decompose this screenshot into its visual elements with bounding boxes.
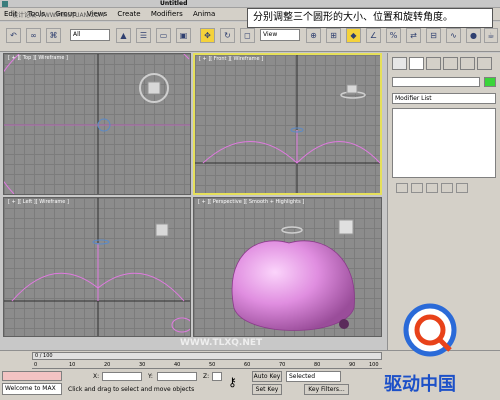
viewport-label[interactable]: [ + ][ Front ][ Wireframe ]: [199, 56, 263, 62]
maxscript-listener[interactable]: [2, 371, 62, 381]
key-filters-button[interactable]: Key Filters...: [304, 384, 349, 395]
track-bar[interactable]: 0 10 20 30 40 50 60 70 80 90 100: [32, 361, 382, 369]
select-by-name-icon[interactable]: ☰: [136, 28, 151, 43]
x-coord-field[interactable]: [102, 372, 142, 381]
tick-label: 90: [349, 362, 356, 368]
window-title: Untitled: [160, 0, 188, 7]
site-logo: [403, 303, 457, 357]
create-tab-icon[interactable]: [392, 57, 407, 70]
select-move-icon[interactable]: ✥: [200, 28, 215, 43]
front-viewport-scene: [195, 55, 380, 193]
reference-coord-dropdown[interactable]: View: [260, 29, 300, 41]
modify-tab-icon[interactable]: [409, 57, 424, 70]
max-app: Untitled Edit Tools Group Views Create M…: [0, 0, 500, 400]
frame-display: 0 / 100: [35, 353, 53, 359]
set-key-button[interactable]: Set Key: [252, 384, 282, 395]
apple-profile: [202, 141, 380, 164]
unlink-icon[interactable]: ⌘: [46, 28, 61, 43]
show-end-result-icon[interactable]: [411, 183, 423, 193]
align-icon[interactable]: ⊟: [426, 28, 441, 43]
status-prompt: Click and drag to select and move object…: [68, 386, 195, 393]
menu-modifiers[interactable]: Modifiers: [147, 8, 187, 21]
stack-controls: [396, 183, 468, 193]
auto-key-button[interactable]: Auto Key: [252, 371, 282, 382]
configure-sets-icon[interactable]: [456, 183, 468, 193]
viewport-label[interactable]: [ + ][ Top ][ Wireframe ]: [8, 55, 68, 61]
tick-label: 40: [174, 362, 181, 368]
select-manipulate-icon[interactable]: ⊞: [326, 28, 341, 43]
key-icon[interactable]: ⚷: [228, 375, 248, 389]
z-coord-field[interactable]: [212, 372, 222, 381]
motion-tab-icon[interactable]: [443, 57, 458, 70]
tick-label: 20: [104, 362, 111, 368]
curve-editor-icon[interactable]: ∿: [446, 28, 461, 43]
watermark-bottom: WWW.TLXQ.NET: [180, 338, 263, 348]
display-tab-icon[interactable]: [460, 57, 475, 70]
pivot-center-icon[interactable]: ⊕: [306, 28, 321, 43]
rect-selection-icon[interactable]: ▭: [156, 28, 171, 43]
tick-label: 50: [209, 362, 216, 368]
select-object-icon[interactable]: ▲: [116, 28, 131, 43]
hierarchy-tab-icon[interactable]: [426, 57, 441, 70]
viewport-top[interactable]: [ + ][ Top ][ Wireframe ]: [3, 53, 191, 195]
utilities-tab-icon[interactable]: [477, 57, 492, 70]
command-panel-tabs: [392, 57, 492, 70]
y-coord-field[interactable]: [157, 372, 197, 381]
selection-filter-dropdown[interactable]: All: [70, 29, 110, 41]
tick-label: 10: [69, 362, 76, 368]
title-bar: Untitled: [0, 0, 500, 8]
tick-label: 30: [139, 362, 146, 368]
render-icon[interactable]: ☕: [484, 28, 498, 43]
tick-label: 60: [244, 362, 251, 368]
top-viewport-scene: [4, 54, 190, 194]
modifier-stack[interactable]: [392, 108, 496, 178]
logo-text: 驱动中国: [384, 374, 456, 395]
tick-label: 70: [279, 362, 286, 368]
time-slider[interactable]: 0 / 100: [32, 352, 382, 360]
tutorial-callout: 分别调整三个圆形的大小、位置和旋转角度。: [247, 8, 493, 28]
app-icon: [2, 1, 8, 7]
object-name-field[interactable]: [392, 77, 480, 87]
tick-label: 0: [34, 362, 38, 368]
material-editor-icon[interactable]: ●: [466, 28, 481, 43]
percent-snap-icon[interactable]: %: [386, 28, 401, 43]
modifier-list-dropdown[interactable]: Modifier List: [392, 93, 496, 104]
remove-modifier-icon[interactable]: [441, 183, 453, 193]
x-coord-label: X:: [93, 373, 100, 380]
tick-label: 100: [369, 362, 379, 368]
viewport-left[interactable]: [ + ][ Left ][ Wireframe ]: [3, 197, 191, 337]
viewport-perspective[interactable]: [ + ][ Perspective ][ Smooth + Highlight…: [193, 197, 382, 337]
y-coord-label: Y:: [148, 373, 153, 380]
window-crossing-icon[interactable]: ▣: [176, 28, 191, 43]
undo-icon[interactable]: ↶: [6, 28, 21, 43]
z-coord-label: Z:: [203, 373, 210, 380]
left-viewport-scene: [4, 198, 190, 336]
viewport-front[interactable]: [ + ][ Front ][ Wireframe ]: [193, 53, 382, 195]
mirror-icon[interactable]: ⇄: [406, 28, 421, 43]
apple-mesh: [231, 240, 355, 331]
watermark-top: 设计论坛 WWW.MISSYUAN.COM: [12, 12, 105, 19]
perspective-viewport-scene: [231, 219, 355, 331]
snap-toggle-icon[interactable]: ◆: [346, 28, 361, 43]
menu-create[interactable]: Create: [113, 8, 144, 21]
key-mode-dropdown[interactable]: Selected: [286, 371, 341, 382]
angle-snap-icon[interactable]: ∠: [366, 28, 381, 43]
select-rotate-icon[interactable]: ↻: [220, 28, 235, 43]
menu-animation[interactable]: Anima: [189, 8, 219, 21]
viewport-label[interactable]: [ + ][ Perspective ][ Smooth + Highlight…: [198, 199, 304, 205]
maxscript-mini-listener[interactable]: Welcome to MAX: [2, 383, 62, 395]
tick-label: 80: [314, 362, 321, 368]
pin-stack-icon[interactable]: [396, 183, 408, 193]
select-scale-icon[interactable]: ◻: [240, 28, 255, 43]
make-unique-icon[interactable]: [426, 183, 438, 193]
object-color-swatch[interactable]: [484, 77, 496, 87]
viewport-label[interactable]: [ + ][ Left ][ Wireframe ]: [8, 199, 69, 205]
link-icon[interactable]: ∞: [26, 28, 41, 43]
